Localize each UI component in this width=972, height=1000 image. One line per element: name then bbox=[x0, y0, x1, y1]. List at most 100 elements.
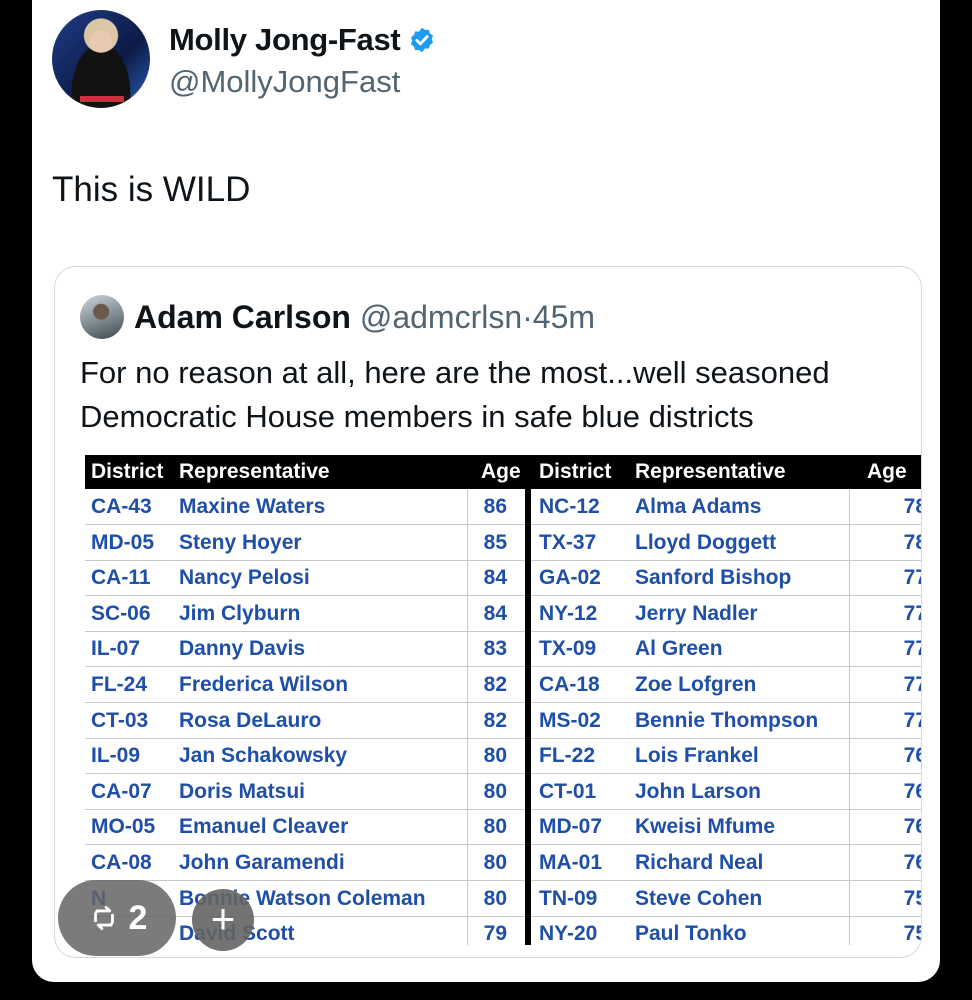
representative-cell: Rosa DeLauro bbox=[179, 708, 322, 732]
table-row: MO-05 Emanuel Cleaver 80 bbox=[85, 809, 525, 846]
repost-count-pill[interactable]: 2 bbox=[58, 880, 176, 956]
quoted-author-avatar[interactable] bbox=[80, 295, 124, 339]
representative-cell: Lois Frankel bbox=[635, 744, 759, 768]
cell-separator bbox=[467, 916, 468, 945]
cell-separator bbox=[849, 916, 850, 945]
table-row: CA-08 John Garamendi 80 bbox=[85, 845, 525, 881]
age-cell: 84 bbox=[483, 601, 507, 625]
representative-cell: Jim Clyburn bbox=[179, 601, 301, 625]
age-cell: 75 bbox=[903, 886, 921, 910]
verified-badge-icon bbox=[411, 27, 434, 53]
age-cell: 83 bbox=[483, 637, 507, 661]
tweet-text: This is WILD bbox=[52, 170, 251, 209]
district-cell: MD-07 bbox=[539, 815, 603, 839]
cell-separator bbox=[467, 845, 468, 880]
header-age: Age bbox=[481, 460, 521, 483]
district-cell: NY-12 bbox=[539, 601, 598, 625]
district-cell: MA-01 bbox=[539, 851, 603, 874]
representative-cell: Jerry Nadler bbox=[635, 601, 758, 625]
table-row: IL-07 Danny Davis 83 bbox=[85, 631, 525, 668]
table-row: NC-12 Alma Adams 78 bbox=[531, 489, 921, 525]
quoted-author-handle[interactable]: @admcrlsn bbox=[360, 299, 522, 335]
cell-separator bbox=[849, 560, 850, 596]
representative-cell: Richard Neal bbox=[635, 851, 764, 874]
representative-cell: Frederica Wilson bbox=[179, 673, 349, 696]
table-header-left: District Representative Age bbox=[85, 455, 555, 489]
district-cell: NC-12 bbox=[539, 495, 600, 518]
header-representative: Representative bbox=[179, 460, 330, 483]
age-cell: 82 bbox=[483, 708, 507, 732]
quoted-header: Adam Carlson @admcrlsn·45m bbox=[134, 299, 595, 336]
age-cell: 80 bbox=[483, 851, 507, 874]
cell-separator bbox=[849, 667, 850, 702]
table-row: CA-43 Maxine Waters 86 bbox=[85, 489, 525, 525]
table-row: IL-09 Jan Schakowsky 80 bbox=[85, 738, 525, 775]
representative-cell: Lloyd Doggett bbox=[635, 530, 777, 554]
representative-cell: Maxine Waters bbox=[179, 495, 326, 518]
cell-separator bbox=[467, 773, 468, 809]
age-cell: 77 bbox=[903, 708, 921, 732]
district-cell: MD-05 bbox=[91, 530, 155, 554]
cell-separator bbox=[467, 489, 468, 524]
age-cell: 85 bbox=[483, 530, 507, 554]
add-button[interactable]: + bbox=[192, 889, 254, 951]
header-representative: Representative bbox=[635, 460, 786, 483]
cell-separator bbox=[849, 702, 850, 738]
district-cell: CA-18 bbox=[539, 673, 600, 696]
age-cell: 78 bbox=[903, 495, 921, 518]
table-row: MA-01 Richard Neal 76 bbox=[531, 845, 921, 881]
cell-separator bbox=[467, 524, 468, 560]
cell-separator bbox=[849, 595, 850, 631]
quoted-author-name[interactable]: Adam Carlson bbox=[134, 299, 351, 335]
column-divider bbox=[525, 455, 531, 945]
representative-cell: John Larson bbox=[635, 779, 762, 803]
table-row: TX-09 Al Green 77 bbox=[531, 631, 921, 668]
table-row: CT-03 Rosa DeLauro 82 bbox=[85, 702, 525, 739]
table-row: CA-11 Nancy Pelosi 84 bbox=[85, 560, 525, 597]
quoted-separator: · bbox=[522, 299, 533, 335]
cell-separator bbox=[467, 702, 468, 738]
cell-separator bbox=[467, 880, 468, 916]
table-header-right: District Representative Age bbox=[531, 455, 921, 489]
representative-cell: Jan Schakowsky bbox=[179, 744, 348, 768]
age-cell: 78 bbox=[903, 530, 921, 554]
district-cell: IL-09 bbox=[91, 744, 141, 768]
table-row: CT-01 John Larson 76 bbox=[531, 773, 921, 810]
age-cell: 77 bbox=[903, 601, 921, 625]
author-avatar[interactable] bbox=[52, 10, 150, 108]
district-cell: CA-43 bbox=[91, 495, 152, 518]
cell-separator bbox=[467, 667, 468, 702]
table-row: MD-05 Steny Hoyer 85 bbox=[85, 524, 525, 561]
district-cell: CA-08 bbox=[91, 851, 152, 874]
header-district: District bbox=[91, 460, 164, 483]
cell-separator bbox=[849, 489, 850, 524]
district-cell: CA-11 bbox=[91, 566, 151, 590]
author-handle[interactable]: @MollyJongFast bbox=[169, 64, 400, 100]
district-cell: TX-09 bbox=[539, 637, 597, 661]
header-district: District bbox=[539, 460, 612, 483]
age-cell: 77 bbox=[903, 566, 921, 590]
cell-separator bbox=[849, 880, 850, 916]
district-cell: CT-01 bbox=[539, 779, 597, 803]
age-cell: 82 bbox=[483, 673, 507, 696]
age-cell: 80 bbox=[483, 886, 507, 910]
district-cell: FL-24 bbox=[91, 673, 148, 696]
cell-separator bbox=[849, 845, 850, 880]
age-cell: 80 bbox=[483, 815, 507, 839]
quoted-text: For no reason at all, here are the most.… bbox=[80, 355, 830, 434]
district-cell: MO-05 bbox=[91, 815, 156, 839]
representative-cell: Paul Tonko bbox=[635, 922, 747, 945]
cell-separator bbox=[849, 773, 850, 809]
representative-cell: Bennie Thompson bbox=[635, 708, 819, 732]
cell-separator bbox=[849, 524, 850, 560]
age-cell: 77 bbox=[903, 673, 921, 696]
author-name[interactable]: Molly Jong-Fast bbox=[169, 22, 401, 58]
cell-separator bbox=[849, 738, 850, 774]
district-cell: IL-07 bbox=[91, 637, 141, 661]
cell-separator bbox=[849, 631, 850, 667]
quoted-time[interactable]: 45m bbox=[533, 299, 595, 335]
age-cell: 77 bbox=[903, 637, 921, 661]
quoted-tweet[interactable]: Adam Carlson @admcrlsn·45m For no reason… bbox=[54, 266, 922, 958]
cell-separator bbox=[467, 809, 468, 845]
table-row: MS-02 Bennie Thompson 77 bbox=[531, 702, 921, 739]
